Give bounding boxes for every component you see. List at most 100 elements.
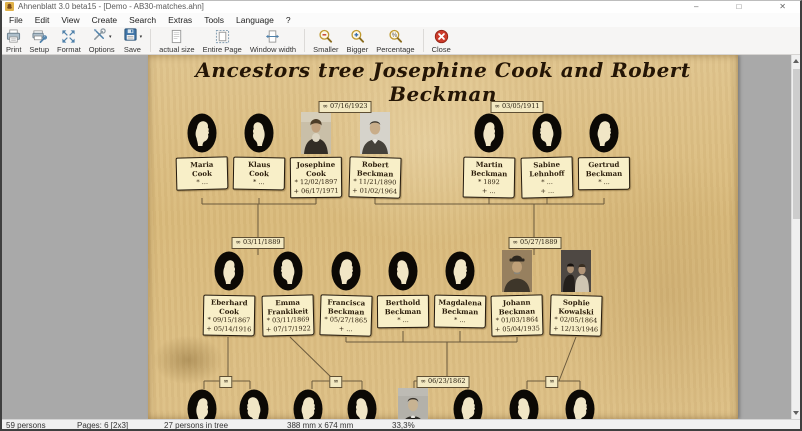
silhouette-portrait[interactable] <box>445 250 475 292</box>
minimize-icon[interactable]: – <box>694 3 698 11</box>
floppy-save-icon <box>123 27 138 47</box>
chevron-down-icon[interactable]: ▾ <box>140 34 143 40</box>
status-bar: 59 persons Pages: 6 [2x3] 27 persons in … <box>2 419 800 429</box>
window-width-icon <box>265 29 280 44</box>
actual-size-button[interactable]: actual size <box>155 28 198 55</box>
chevron-down-icon[interactable]: ▾ <box>109 34 112 40</box>
silhouette-portrait[interactable] <box>331 250 361 292</box>
print-button[interactable]: Print <box>2 28 25 55</box>
marriage-label[interactable]: ∞ <box>545 376 558 388</box>
person-card[interactable]: Sophie Kowalski * 02/05/1864 + 12/13/194… <box>549 294 602 336</box>
silhouette-portrait[interactable] <box>187 388 217 419</box>
photo-portrait[interactable] <box>301 112 331 154</box>
person-card[interactable]: Robert Beckman * 11/21/1890 + 01/02/1964 <box>348 156 401 198</box>
menu-file[interactable]: File <box>3 15 29 25</box>
person-card[interactable]: Gertrud Beckman * ... <box>578 157 630 190</box>
person-card[interactable]: Martin Beckman * 1892 + ... <box>463 157 516 199</box>
silhouette-portrait[interactable] <box>187 112 217 154</box>
scrollbar-thumb[interactable] <box>793 69 800 219</box>
silhouette-portrait[interactable] <box>565 388 595 419</box>
toolbar: Print Setup Format ▾ Options ▾ Save <box>0 27 802 55</box>
photo-portrait[interactable] <box>398 388 428 419</box>
marriage-label[interactable]: ∞ 07/16/1923 <box>319 101 372 113</box>
toolbar-separator <box>150 29 151 52</box>
zoom-in-icon <box>350 29 365 44</box>
person-card[interactable]: Emma Frankikeit * 03/11/1869 + 07/17/192… <box>262 294 315 336</box>
menu-help[interactable]: ? <box>280 15 297 25</box>
preview-viewport[interactable]: Ancestors tree Josephine Cook and Robert… <box>2 55 800 419</box>
photo-portrait[interactable] <box>502 250 532 292</box>
save-button[interactable]: ▾ Save <box>119 28 147 55</box>
silhouette-portrait[interactable] <box>214 250 244 292</box>
person-card[interactable]: Josephine Cook * 12/02/1897 + 06/17/1971 <box>290 157 342 199</box>
options-button[interactable]: ▾ Options <box>85 28 119 55</box>
marriage-label[interactable]: ∞ 06/23/1862 <box>417 376 470 388</box>
close-window-icon[interactable]: ✕ <box>779 3 786 11</box>
menu-extras[interactable]: Extras <box>162 15 198 25</box>
photo-portrait[interactable] <box>360 112 390 154</box>
person-card[interactable]: Johann Beckman * 01/03/1864 + 05/04/1935 <box>491 294 544 336</box>
status-tree-count: 27 persons in tree <box>164 421 228 430</box>
silhouette-portrait[interactable] <box>347 388 377 419</box>
silhouette-portrait[interactable] <box>273 250 303 292</box>
menu-language[interactable]: Language <box>230 15 280 25</box>
silhouette-portrait[interactable] <box>509 388 539 419</box>
menu-search[interactable]: Search <box>123 15 162 25</box>
silhouette-portrait[interactable] <box>239 388 269 419</box>
printer-setup-icon <box>32 29 47 44</box>
marriage-label[interactable]: ∞ <box>329 376 342 388</box>
toolbar-separator <box>423 29 424 52</box>
marriage-label[interactable]: ∞ 05/27/1889 <box>509 237 562 249</box>
person-card[interactable]: Klaus Cook * ... <box>233 157 286 191</box>
person-card[interactable]: Maria Cook * ... <box>176 156 229 190</box>
menu-edit[interactable]: Edit <box>29 15 56 25</box>
person-card[interactable]: Sabine Lehnhoff * ... + ... <box>521 156 574 198</box>
status-size: 388 mm x 674 mm <box>287 421 353 430</box>
setup-button[interactable]: Setup <box>25 28 53 55</box>
menu-bar: File Edit View Create Search Extras Tool… <box>0 13 802 27</box>
zoom-bigger-button[interactable]: Bigger <box>343 28 373 55</box>
silhouette-portrait[interactable] <box>244 112 274 154</box>
photo-portrait[interactable] <box>561 250 591 292</box>
title-bar: Ahnenblatt 3.0 beta15 - [Demo - AB30-mat… <box>0 0 802 13</box>
scrollbar-down-icon[interactable] <box>793 411 799 415</box>
entire-page-button[interactable]: Entire Page <box>199 28 246 55</box>
vertical-scrollbar[interactable] <box>791 55 800 419</box>
menu-create[interactable]: Create <box>86 15 124 25</box>
printer-icon <box>6 29 21 44</box>
svg-text:%: % <box>392 32 398 39</box>
status-zoom: 33,3% <box>392 421 415 430</box>
person-card[interactable]: Magdalena Beckman * ... <box>434 295 487 329</box>
tools-icon <box>92 27 107 47</box>
page-icon <box>169 29 184 44</box>
window-width-button[interactable]: Window width <box>246 28 300 55</box>
zoom-percentage-button[interactable]: % Percentage <box>372 28 418 55</box>
document-title: Ancestors tree Josephine Cook and Robert… <box>148 58 738 106</box>
person-card[interactable]: Berthold Beckman * ... <box>377 295 429 328</box>
zoom-percentage-icon: % <box>388 29 403 44</box>
marriage-label[interactable]: ∞ <box>219 376 232 388</box>
silhouette-portrait[interactable] <box>532 112 562 154</box>
silhouette-portrait[interactable] <box>293 388 323 419</box>
format-expand-icon <box>61 29 76 44</box>
silhouette-portrait[interactable] <box>589 112 619 154</box>
person-card[interactable]: Eberhard Cook * 09/15/1867 + 05/14/1916 <box>203 295 256 337</box>
toolbar-separator <box>304 29 305 52</box>
zoom-smaller-button[interactable]: Smaller <box>309 28 342 55</box>
person-card[interactable]: Francisca Beckman * 05/27/1865 + ... <box>319 294 372 336</box>
close-icon <box>434 29 449 44</box>
marriage-label[interactable]: ∞ 03/05/1911 <box>491 101 544 113</box>
maximize-icon[interactable]: □ <box>736 3 741 11</box>
menu-tools[interactable]: Tools <box>198 15 230 25</box>
menu-view[interactable]: View <box>55 15 85 25</box>
status-persons: 59 persons <box>6 421 46 430</box>
app-icon <box>5 2 14 11</box>
entire-page-icon <box>215 29 230 44</box>
silhouette-portrait[interactable] <box>453 388 483 419</box>
close-preview-button[interactable]: Close <box>428 28 455 55</box>
silhouette-portrait[interactable] <box>474 112 504 154</box>
silhouette-portrait[interactable] <box>388 250 418 292</box>
format-button[interactable]: Format <box>53 28 85 55</box>
marriage-label[interactable]: ∞ 03/11/1889 <box>232 237 285 249</box>
scrollbar-up-icon[interactable] <box>793 59 799 63</box>
